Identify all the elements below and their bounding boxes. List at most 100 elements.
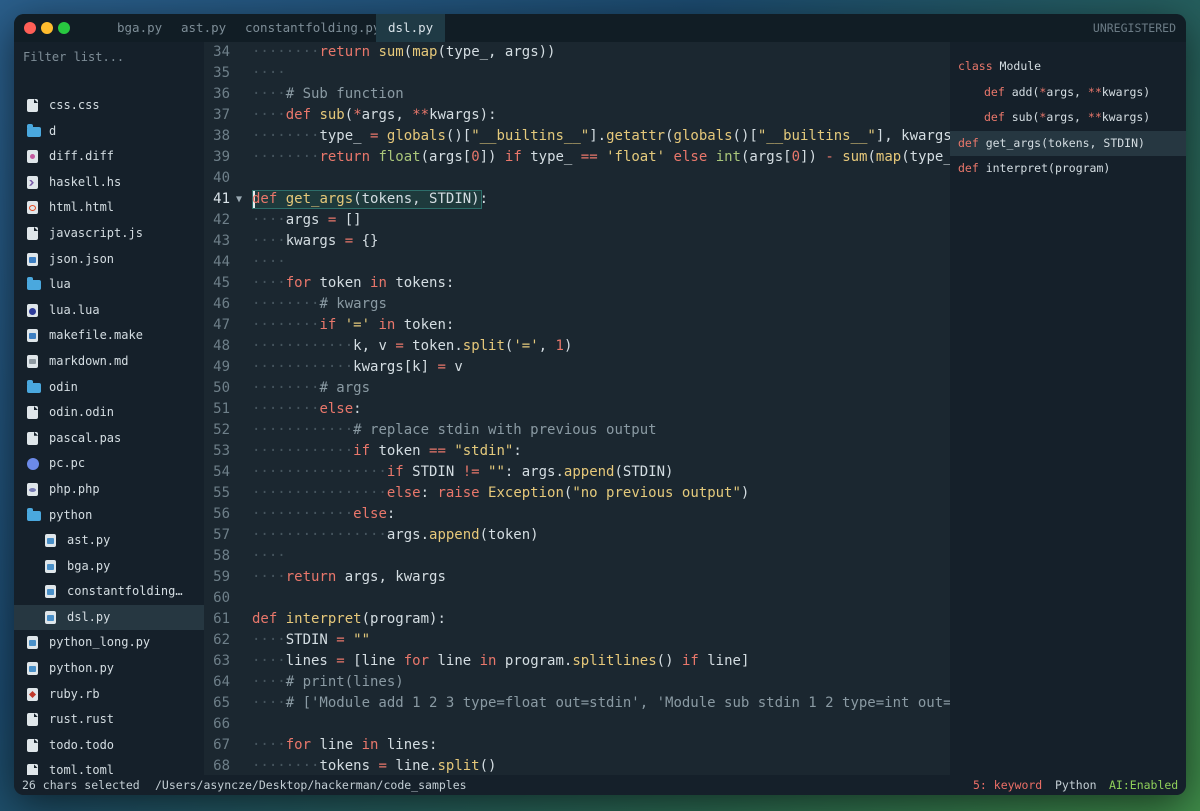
file-item[interactable]: python_long.py xyxy=(14,630,204,656)
tab-bga-py[interactable]: bga.py xyxy=(105,14,174,42)
code-token: : args. xyxy=(504,464,564,480)
code-text: ········return sum(map(type_, args)) xyxy=(252,42,556,63)
file-item[interactable]: rust.rust xyxy=(14,707,204,733)
code-token: ** xyxy=(412,107,430,123)
file-name: json.json xyxy=(49,251,115,266)
code-token: kwargs): xyxy=(429,107,497,123)
file-icon xyxy=(27,687,38,701)
file-item[interactable]: lua.lua xyxy=(14,298,204,324)
indent-guide-dots: ········ xyxy=(252,296,320,312)
file-item[interactable]: pc.pc xyxy=(14,451,204,477)
code-token: lines xyxy=(285,653,337,669)
folder-icon xyxy=(27,379,41,393)
indent-guide-dots: ········ xyxy=(252,758,320,774)
code-token: token xyxy=(311,275,371,291)
line-number: 45 xyxy=(213,275,230,291)
filter-input[interactable]: Filter list... xyxy=(23,50,124,64)
tab-ast-py[interactable]: ast.py xyxy=(169,14,238,42)
symbol-item[interactable]: def sub(*args, **kwargs) xyxy=(950,105,1186,131)
code-token: "stdin" xyxy=(454,443,514,459)
symbol-item[interactable]: def get_args(tokens, STDIN) xyxy=(950,130,1186,157)
file-name: pascal.pas xyxy=(49,430,122,445)
code-token: split xyxy=(462,338,505,354)
code-text: ········type_ = globals()["__builtins__"… xyxy=(252,126,950,147)
file-item[interactable]: ast.py xyxy=(14,528,204,554)
file-item[interactable]: ruby.rb xyxy=(14,682,204,708)
indent-guide-dots: ················ xyxy=(252,464,387,480)
code-text: ····for line in lines: xyxy=(252,735,437,756)
code-token: v xyxy=(445,359,463,375)
file-item[interactable]: haskell.hs xyxy=(14,170,204,196)
close-window-button[interactable] xyxy=(24,22,36,34)
indent-guide-dots: ···· xyxy=(252,569,286,585)
file-item[interactable]: markdown.md xyxy=(14,349,204,375)
unregistered-label: UNREGISTERED xyxy=(1092,21,1176,35)
file-icon xyxy=(45,559,56,573)
code-token: (args[ xyxy=(420,149,472,165)
scope-indicator[interactable]: 5: keyword xyxy=(973,775,1042,795)
code-text: ····for token in tokens: xyxy=(252,273,454,294)
file-item[interactable]: odin.odin xyxy=(14,400,204,426)
folder-item[interactable]: odin xyxy=(14,375,204,401)
symbol-item[interactable]: def interpret(program) xyxy=(950,156,1186,182)
code-editor[interactable]: 34 ········return sum(map(type_, args)) 35… xyxy=(204,42,950,775)
line-number: 50 xyxy=(213,380,230,396)
indent-guide-dots: ···· xyxy=(252,86,286,102)
symbol-item[interactable]: class Module xyxy=(950,54,1186,80)
code-token: (type_ xyxy=(901,149,950,165)
code-token: = xyxy=(437,359,446,375)
indent-guide-dots: ········ xyxy=(252,401,320,417)
code-token: globals xyxy=(386,128,446,144)
code-line: 48 ············k, v = token.split('=', 1) xyxy=(204,336,950,357)
file-item[interactable]: php.php xyxy=(14,477,204,503)
file-name: markdown.md xyxy=(49,353,129,368)
file-item[interactable]: css.css xyxy=(14,93,204,119)
file-item[interactable]: dsl.py xyxy=(14,604,204,631)
folder-item[interactable]: python xyxy=(14,503,204,529)
code-token: if xyxy=(504,149,522,165)
file-item[interactable]: json.json xyxy=(14,247,204,273)
indent-guide-dots: ················ xyxy=(252,485,387,501)
file-item[interactable]: makefile.make xyxy=(14,323,204,349)
file-item[interactable]: html.html xyxy=(14,195,204,221)
folder-item[interactable]: d xyxy=(14,119,204,145)
indent-guide-dots: ···· xyxy=(252,254,286,270)
syntax-selector[interactable]: Python xyxy=(1055,775,1097,795)
file-item[interactable]: javascript.js xyxy=(14,221,204,247)
file-name: php.php xyxy=(49,481,100,496)
symbol-label: def get_args(tokens, STDIN) xyxy=(958,131,1145,157)
code-token: ]. xyxy=(589,128,607,144)
line-number: 47 xyxy=(213,317,230,333)
code-text: def interpret(program): xyxy=(252,609,446,630)
file-icon xyxy=(45,585,56,599)
ai-status[interactable]: AI:Enabled xyxy=(1109,775,1178,795)
code-token: 0 xyxy=(791,149,801,165)
code-text: ····kwargs = {} xyxy=(252,231,378,252)
symbol-item[interactable]: def add(*args, **kwargs) xyxy=(950,80,1186,106)
symbol-token: def xyxy=(984,110,1005,125)
file-item[interactable]: bga.py xyxy=(14,554,204,580)
file-item[interactable]: diff.diff xyxy=(14,144,204,170)
file-item[interactable]: constantfolding.py xyxy=(14,579,204,605)
file-item[interactable]: todo.todo xyxy=(14,733,204,759)
folder-item[interactable]: lua xyxy=(14,272,204,298)
code-text: ····# Sub function xyxy=(252,84,404,105)
tab-dsl-py[interactable]: dsl.py xyxy=(376,14,446,42)
fold-arrow-icon[interactable]: ▼ xyxy=(236,189,242,210)
file-icon xyxy=(27,354,38,368)
minimize-window-button[interactable] xyxy=(41,22,53,34)
file-icon xyxy=(27,252,38,266)
tab-constantfolding-py[interactable]: constantfolding.py xyxy=(233,14,392,42)
maximize-window-button[interactable] xyxy=(58,22,70,34)
file-name: python_long.py xyxy=(49,635,151,650)
file-item[interactable]: pascal.pas xyxy=(14,426,204,452)
code-token: ( xyxy=(344,107,354,123)
code-line: 37 ····def sub(*args, **kwargs): xyxy=(204,105,950,126)
code-token: STDIN xyxy=(285,632,337,648)
file-icon xyxy=(27,458,39,471)
code-token: = xyxy=(378,758,387,774)
code-token: splitlines xyxy=(572,653,657,669)
file-item[interactable]: python.py xyxy=(14,656,204,682)
